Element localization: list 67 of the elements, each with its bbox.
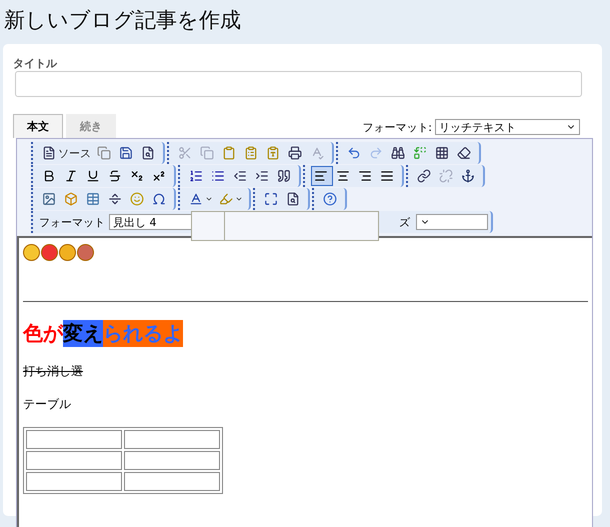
printer-icon [288,146,302,160]
caret-icon [205,195,213,203]
bullet-list-icon [211,169,225,183]
unlink-icon [439,169,453,183]
editor-content[interactable]: 色が変え られるよ 打ち消し選 テーブル [17,236,592,527]
source-icon [42,146,56,160]
emoticon-icon [41,244,58,261]
indent-icon [255,169,269,183]
numbered-list-icon [189,169,203,183]
link-icon [417,169,431,183]
size-select[interactable] [416,214,488,230]
help-icon [323,192,337,206]
save-icon [119,146,133,160]
image-icon [42,192,56,206]
format-label: フォーマット: [362,120,432,134]
format-select[interactable]: リッチテキスト [435,119,580,135]
superscript-icon [152,169,166,183]
clipboard-icon [244,146,258,160]
undo-icon [347,146,361,160]
clipboard-icon [266,146,280,160]
table-icon [86,192,100,206]
page-title: 新しいブログ記事を作成 [3,7,242,34]
highlighter-icon [219,192,233,206]
strikethrough-icon [108,169,122,183]
rule-icon [108,192,122,206]
document-icon [97,146,111,160]
quote-icon [277,169,291,183]
field-label: タイトル [13,56,58,71]
table-caption: テーブル [23,396,72,413]
tab[interactable]: 本文 [13,114,63,138]
anchor-icon [461,169,475,183]
align-center-icon [336,169,350,183]
box-icon [64,192,78,206]
toolbar-button[interactable]: ソース [39,143,94,163]
redo-icon [369,146,383,160]
outdent-icon [233,169,247,183]
grid-icon [435,146,449,160]
subscript-icon [130,169,144,183]
preview-icon [141,146,155,160]
size-label: ズ [399,214,410,230]
scissors-icon [178,146,192,160]
emoticon-icon [23,244,40,261]
text-color-icon [189,192,203,206]
spellcheck-icon [310,146,324,160]
preview-icon [286,192,300,206]
omega-icon [152,192,166,206]
underline-icon [86,169,100,183]
replace-icon [413,146,427,160]
align-right-icon [358,169,372,183]
copy-icon [200,146,214,160]
caret-icon [235,195,243,203]
italic-icon [64,169,78,183]
toolbar-button[interactable] [311,166,333,186]
format-label: フォーマット [39,214,105,230]
align-left-icon [314,169,328,183]
binoculars-icon [391,146,405,160]
align-justify-icon [380,169,394,183]
strikethrough-text: 打ち消し選 [23,363,84,380]
bold-icon [42,169,56,183]
clipboard-icon [222,146,236,160]
colored-heading: 色が変え られるよ [23,320,184,347]
eraser-icon [457,146,471,160]
maximize-icon [264,192,278,206]
emoticon-icon [77,244,94,261]
emoticon-icon [59,244,76,261]
title-input[interactable] [15,71,582,97]
smiley-icon [130,192,144,206]
